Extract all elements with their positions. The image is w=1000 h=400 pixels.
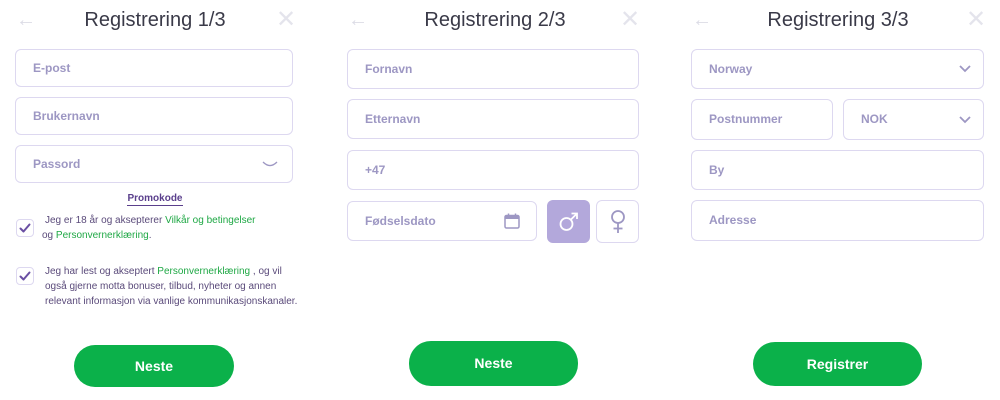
header: ← Registrering 2/3 ✕ <box>330 6 660 36</box>
username-placeholder: Brukernavn <box>33 109 100 123</box>
next-button[interactable]: Neste <box>74 345 234 387</box>
phone-value: +47 <box>365 163 386 177</box>
close-icon[interactable]: ✕ <box>276 6 296 34</box>
firstname-field[interactable]: Fornavn <box>347 49 639 89</box>
city-placeholder: By <box>709 163 725 177</box>
password-placeholder: Passord <box>33 157 81 171</box>
male-icon <box>559 212 578 231</box>
header: ← Registrering 1/3 ✕ <box>0 6 310 36</box>
close-icon[interactable]: ✕ <box>966 6 986 34</box>
eye-closed-icon[interactable] <box>262 160 278 170</box>
checkmark-icon <box>19 223 31 233</box>
registration-step-1: ← Registrering 1/3 ✕ E-post Brukernavn P… <box>0 0 310 400</box>
email-field[interactable]: E-post <box>15 49 293 87</box>
currency-select[interactable]: NOK <box>843 99 984 140</box>
email-placeholder: E-post <box>33 61 71 75</box>
birthdate-placeholder: Fødselsdato <box>365 214 436 228</box>
address-placeholder: Adresse <box>709 213 757 227</box>
address-field[interactable]: Adresse <box>691 200 984 241</box>
marketing-text-pre: Jeg har lest og akseptert <box>45 266 158 277</box>
chevron-down-icon <box>959 116 971 124</box>
header: ← Registrering 3/3 ✕ <box>676 6 1000 36</box>
country-value: Norway <box>709 62 753 76</box>
page-title: Registrering 1/3 <box>84 9 226 31</box>
terms-text-mid: og <box>42 230 56 241</box>
registration-step-3: ← Registrering 3/3 ✕ Norway Postnummer N… <box>676 0 1000 400</box>
promo-code-link[interactable]: Promokode <box>0 193 310 206</box>
register-button[interactable]: Registrer <box>753 342 922 386</box>
lastname-placeholder: Etternavn <box>365 112 421 126</box>
terms-text-post: . <box>148 230 152 241</box>
marketing-text: Jeg har lest og akseptert Personvernerkl… <box>45 264 300 309</box>
close-icon[interactable]: ✕ <box>620 6 640 34</box>
page-title: Registrering 3/3 <box>767 9 909 31</box>
gender-male-button[interactable] <box>547 200 590 243</box>
privacy-link-2[interactable]: Personvernerklæring <box>157 266 250 277</box>
postcode-field[interactable]: Postnummer <box>691 99 833 140</box>
checkmark-icon <box>19 271 31 281</box>
username-field[interactable]: Brukernavn <box>15 97 293 135</box>
page-title: Registrering 2/3 <box>424 9 566 31</box>
next-button[interactable]: Neste <box>409 341 578 386</box>
terms-link[interactable]: Vilkår og betingelser <box>165 215 255 226</box>
gender-female-button[interactable] <box>596 200 639 243</box>
postcode-placeholder: Postnummer <box>709 112 783 126</box>
registration-step-2: ← Registrering 2/3 ✕ Fornavn Etternavn +… <box>330 0 660 400</box>
calendar-icon[interactable] <box>504 213 520 229</box>
password-field[interactable]: Passord <box>15 145 293 183</box>
birthdate-field[interactable]: Fødselsdato <box>347 201 537 241</box>
terms-checkbox[interactable] <box>16 219 34 237</box>
firstname-placeholder: Fornavn <box>365 62 413 76</box>
terms-text-pre: Jeg er 18 år og aksepterer <box>45 215 166 226</box>
currency-value: NOK <box>861 112 888 126</box>
marketing-checkbox[interactable] <box>16 267 34 285</box>
phone-field[interactable]: +47 <box>347 150 639 190</box>
privacy-link[interactable]: Personvernerklæring <box>56 230 149 241</box>
lastname-field[interactable]: Etternavn <box>347 99 639 139</box>
chevron-down-icon <box>959 65 971 73</box>
city-field[interactable]: By <box>691 150 984 190</box>
country-select[interactable]: Norway <box>691 49 984 89</box>
female-icon <box>611 210 625 233</box>
terms-text: Jeg er 18 år og aksepterer Vilkår og bet… <box>42 213 300 243</box>
promo-code-label: Promokode <box>127 193 183 206</box>
